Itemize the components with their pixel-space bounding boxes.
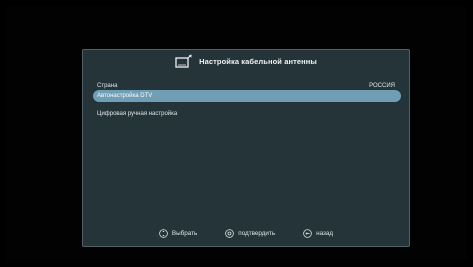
cable-antenna-setup-dialog: Настройка кабельной антенны Страна РОССИ… xyxy=(82,49,410,247)
country-value: РОССИЯ xyxy=(369,83,395,89)
back-icon xyxy=(303,228,312,238)
country-label: Страна xyxy=(97,83,118,89)
hint-back-label: назад xyxy=(316,229,334,237)
hint-select: Выбрать xyxy=(159,228,198,238)
dialog-title-bar: Настройка кабельной антенны xyxy=(83,50,409,72)
hint-back: назад xyxy=(303,228,334,238)
hint-confirm: подтвердить xyxy=(225,228,276,238)
menu-item-label: Автонастройка DTV xyxy=(97,93,153,99)
tv-setup-icon xyxy=(175,54,193,68)
dialog-title: Настройка кабельной антенны xyxy=(199,56,317,66)
tv-screen: Настройка кабельной антенны Страна РОССИ… xyxy=(6,6,467,261)
footer-hints: Выбрать подтвердить назад xyxy=(83,227,409,239)
hint-confirm-label: подтвердить xyxy=(238,229,276,237)
menu-item-label: Цифровая ручная настройка xyxy=(97,111,178,117)
menu-item-digital-manual-tuning[interactable]: Цифровая ручная настройка xyxy=(93,108,401,120)
navigate-icon xyxy=(159,228,168,238)
hint-select-label: Выбрать xyxy=(171,229,198,237)
menu-item-auto-tuning-dtv[interactable]: Автонастройка DTV xyxy=(93,90,401,102)
ok-icon xyxy=(225,228,235,238)
